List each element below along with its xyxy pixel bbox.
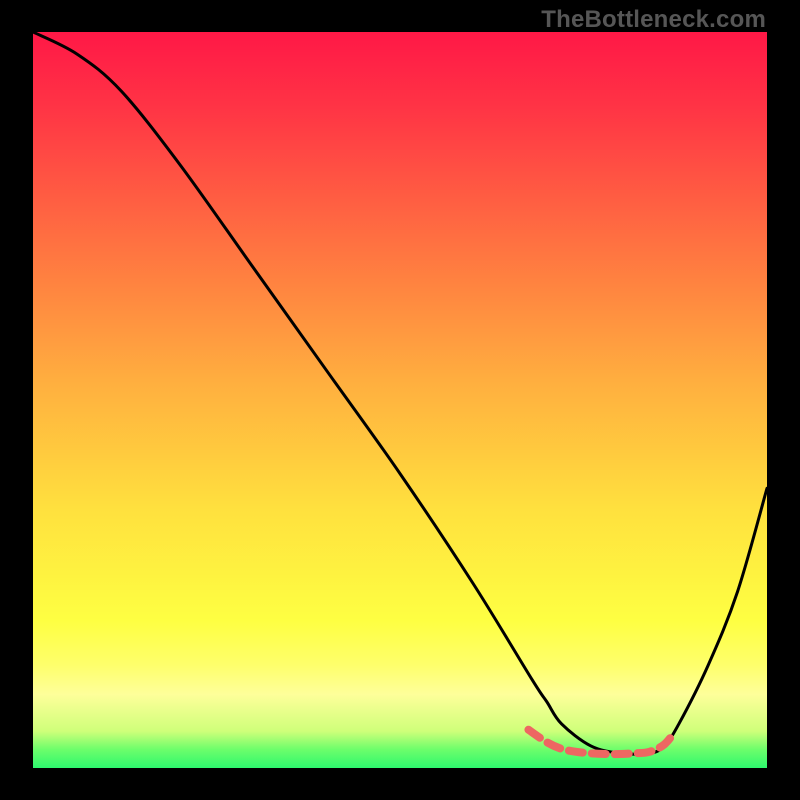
chart-frame bbox=[33, 32, 767, 768]
watermark-text: TheBottleneck.com bbox=[541, 6, 766, 34]
gradient-background bbox=[33, 32, 767, 768]
bottleneck-chart bbox=[33, 32, 767, 768]
